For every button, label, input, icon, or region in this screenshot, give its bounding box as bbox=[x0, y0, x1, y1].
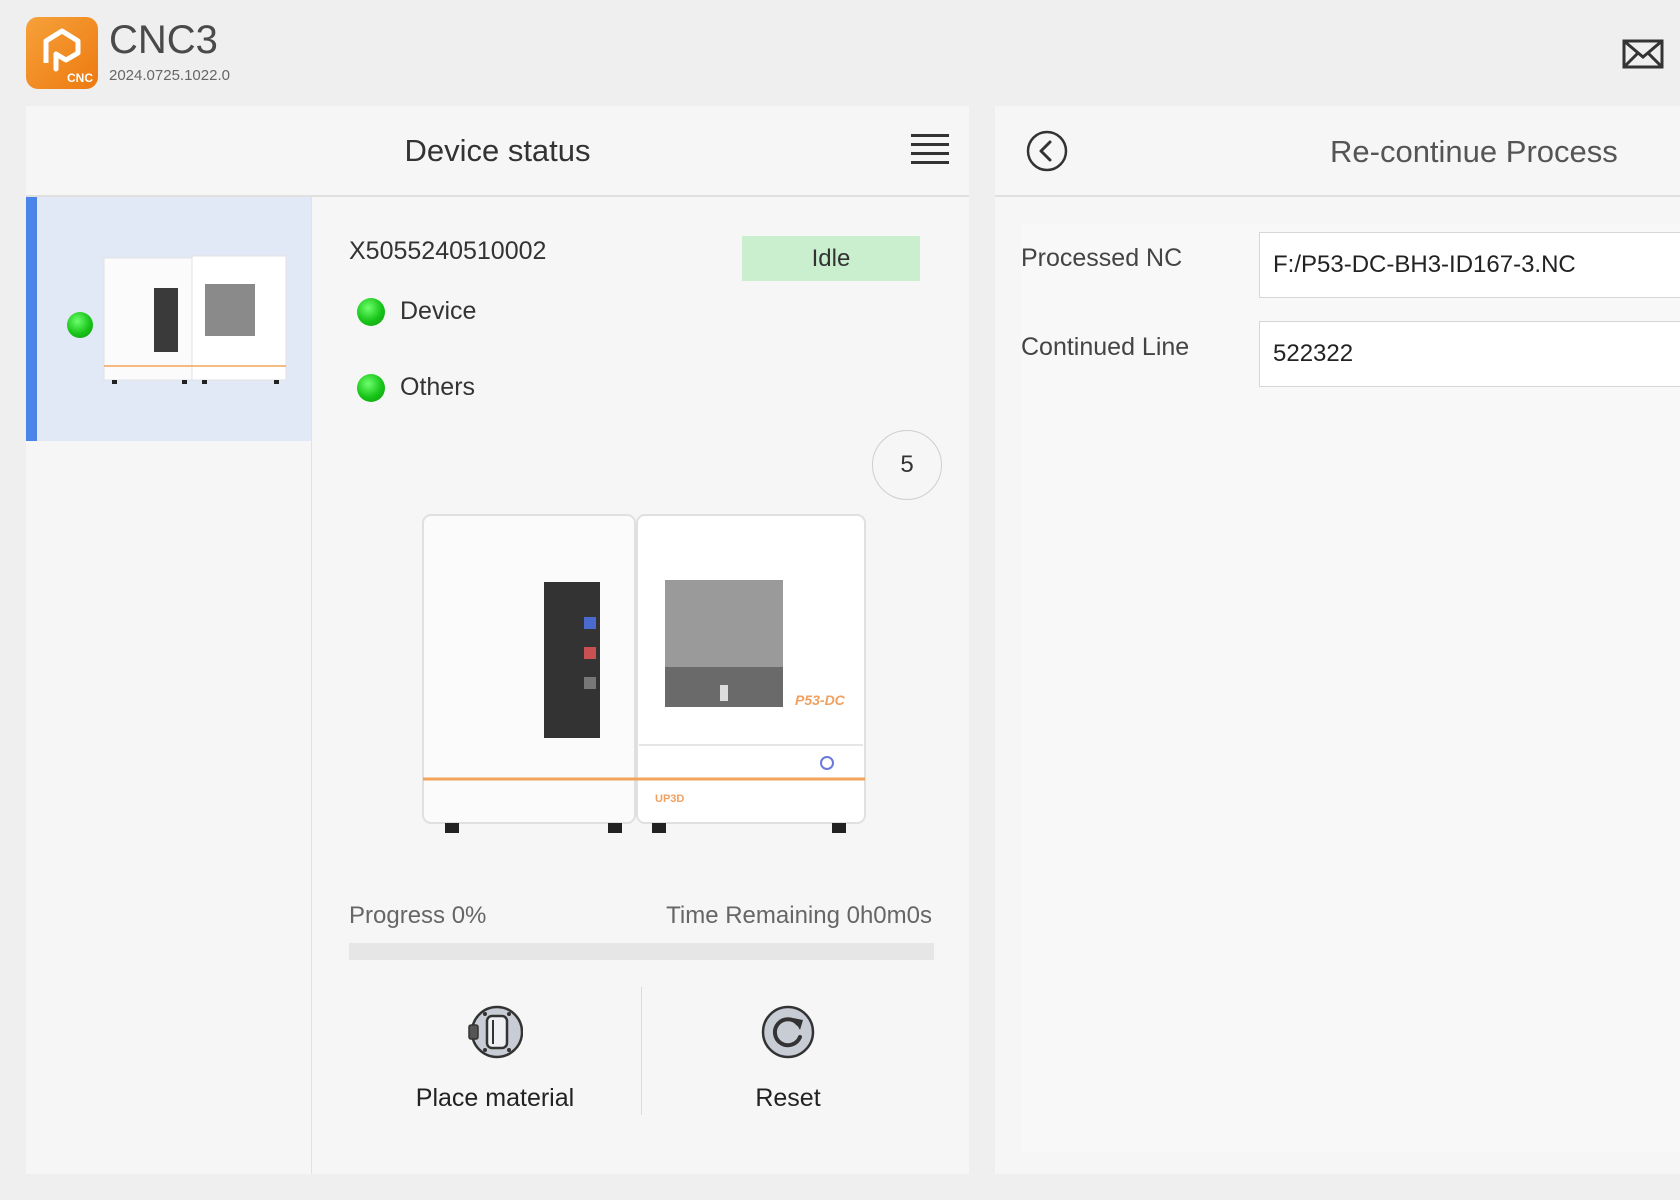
device-list bbox=[26, 197, 312, 1174]
device-detail: X5055240510002 Idle Device Others 5 P53-… bbox=[312, 197, 969, 1174]
device-status-header: Device status bbox=[26, 106, 969, 197]
logo-badge-text: CNC bbox=[67, 71, 93, 85]
machine-brand-label: UP3D bbox=[655, 793, 684, 805]
progress-bar bbox=[349, 943, 934, 960]
place-material-icon bbox=[468, 1005, 523, 1059]
continued-line-label: Continued Line bbox=[1021, 333, 1190, 361]
recontinue-header: Re-continue Process bbox=[995, 106, 1680, 197]
app-title: CNC3 bbox=[109, 18, 218, 62]
indicator-label: Device bbox=[400, 297, 477, 325]
app-version: 2024.0725.1022.0 bbox=[109, 67, 230, 84]
device-serial: X5055240510002 bbox=[349, 237, 547, 265]
reset-icon bbox=[761, 1005, 815, 1059]
device-status-title: Device status bbox=[404, 133, 591, 168]
time-remaining-label: Time Remaining 0h0m0s bbox=[666, 902, 932, 929]
status-badge: Idle bbox=[742, 236, 920, 281]
recontinue-panel: Re-continue Process Processed NC Continu… bbox=[995, 106, 1680, 1174]
reset-button[interactable]: Reset bbox=[642, 992, 934, 1122]
others-status-dot bbox=[357, 374, 385, 402]
selected-indicator-bar bbox=[26, 197, 37, 441]
recontinue-title: Re-continue Process bbox=[1330, 134, 1618, 169]
device-list-item[interactable] bbox=[26, 197, 311, 441]
device-thumbnail bbox=[103, 255, 287, 384]
processed-nc-label: Processed NC bbox=[1021, 244, 1183, 272]
app-logo: CNC bbox=[26, 17, 98, 89]
count-badge[interactable]: 5 bbox=[872, 430, 942, 500]
hamburger-menu-icon[interactable] bbox=[911, 134, 949, 170]
machine-image: P53-DC UP3D bbox=[422, 514, 866, 833]
mail-icon[interactable] bbox=[1622, 38, 1664, 70]
recontinue-form: Processed NC Continued Line bbox=[1021, 224, 1680, 1152]
place-material-button[interactable]: Place material bbox=[349, 992, 641, 1122]
device-status-dot bbox=[357, 298, 385, 326]
back-arrow-icon[interactable] bbox=[1026, 130, 1068, 172]
progress-label: Progress 0% bbox=[349, 902, 487, 929]
device-status-panel: Device status X5055240510002 Idle Device… bbox=[26, 106, 969, 1174]
reset-label: Reset bbox=[755, 1084, 821, 1112]
continued-line-field[interactable] bbox=[1259, 321, 1680, 387]
machine-model-label: P53-DC bbox=[795, 692, 846, 708]
indicator-label: Others bbox=[400, 373, 476, 401]
place-material-label: Place material bbox=[415, 1084, 575, 1112]
online-status-dot bbox=[67, 312, 93, 338]
processed-nc-field[interactable] bbox=[1259, 232, 1680, 298]
